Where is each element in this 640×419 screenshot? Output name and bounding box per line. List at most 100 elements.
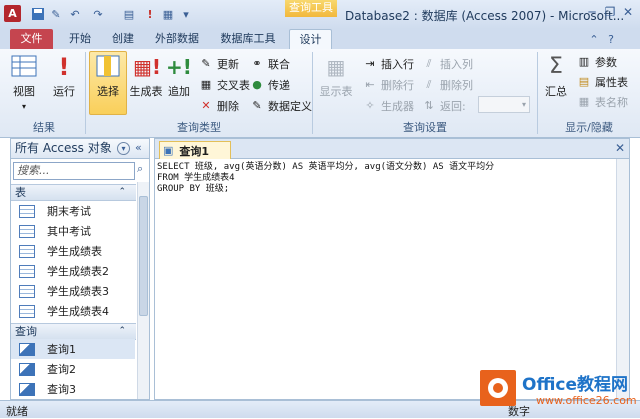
minimize-button[interactable]: ─ — [584, 5, 600, 20]
view-label: 视图 — [13, 85, 35, 98]
union-icon: ⚭ — [252, 56, 262, 70]
select-label: 选择 — [97, 85, 119, 98]
delete-columns-icon: ⫽ — [426, 77, 432, 91]
table-names-button[interactable]: ▦ 表名称 — [576, 93, 628, 110]
update-button[interactable]: ✎ 更新 — [198, 55, 239, 72]
crosstab-button[interactable]: ▦ 交叉表 — [198, 76, 250, 93]
delete-x-icon: ✕ — [201, 98, 211, 112]
parameters-button[interactable]: ▥ 参数 — [576, 53, 617, 70]
delete-query-button[interactable]: ✕ 删除 — [198, 97, 239, 114]
nav-item-query[interactable]: 查询1 — [11, 339, 135, 359]
nav-item-table[interactable]: 期末考试 — [11, 201, 135, 221]
query-document: ▣ 查询1 ✕ SELECT 班级, avg(英语分数) AS 英语平均分, av… — [154, 138, 630, 400]
show-table-icon: ▦ — [326, 55, 346, 79]
watermark-logo: Office教程网 www.office26.com — [470, 362, 640, 418]
status-text: 就绪 — [6, 405, 28, 418]
union-button[interactable]: ⚭ 联合 — [249, 55, 290, 72]
tab-create[interactable]: 创建 — [103, 29, 143, 49]
make-table-icon: ▦! — [133, 55, 162, 79]
show-hide-group-label: 显示/隐藏 — [565, 121, 613, 134]
passthrough-button[interactable]: ● 传递 — [249, 76, 290, 93]
tab-database-tools[interactable]: 数据库工具 — [213, 29, 283, 49]
nav-item-label: 查询1 — [47, 343, 76, 356]
save-icon[interactable] — [30, 6, 46, 22]
delete-rows-icon: ⇤ — [365, 77, 375, 91]
tables-category-label: 表 — [15, 186, 26, 199]
collapse-ribbon-icon[interactable]: ⌃ — [586, 31, 602, 47]
show-table-button[interactable]: ▦ 显示表 — [316, 52, 356, 116]
nav-item-query[interactable]: 查询3 — [11, 379, 135, 399]
run-icon[interactable]: ! — [142, 6, 158, 22]
category-tables-header[interactable]: 表 ⌃ — [11, 184, 136, 201]
nav-item-label: 学生成绩表 — [47, 245, 102, 258]
close-button[interactable]: ✕ — [620, 5, 636, 20]
append-button[interactable]: +! 追加 — [164, 52, 194, 116]
insert-rows-button[interactable]: ⇥ 插入行 — [362, 55, 414, 72]
shutter-close-icon[interactable]: « — [135, 141, 147, 156]
nav-item-table[interactable]: 其中考试 — [11, 221, 135, 241]
nav-item-table[interactable]: 学生成绩表 — [11, 241, 135, 261]
builder-label: 生成器 — [381, 99, 414, 113]
select-query-button[interactable]: 选择 — [89, 51, 127, 115]
undo-icon[interactable]: ↶ — [67, 6, 83, 22]
append-icon: +! — [166, 55, 192, 79]
return-dropdown[interactable]: ▾ — [478, 96, 530, 113]
insert-columns-icon: ⫽ — [426, 56, 432, 70]
queries-category-label: 查询 — [15, 325, 37, 338]
restore-button[interactable]: ❐ — [602, 5, 618, 20]
tab-home[interactable]: 开始 — [60, 29, 100, 49]
nav-item-label: 学生成绩表3 — [47, 285, 109, 298]
query-type-group-label: 查询类型 — [177, 121, 221, 134]
nav-item-label: 查询2 — [47, 363, 76, 376]
make-table-button[interactable]: ▦! 生成表 — [128, 52, 164, 116]
nav-scrollbar[interactable] — [137, 182, 149, 399]
table-icon — [19, 264, 35, 278]
delete-columns-button[interactable]: ⫽ 删除列 — [421, 76, 473, 93]
customize-dropdown-icon[interactable]: ▾ — [178, 6, 194, 22]
pencil-icon: ✎ — [201, 56, 211, 70]
view-icon[interactable]: ▤ — [121, 6, 137, 22]
totals-button[interactable]: Σ 汇总 — [541, 52, 571, 116]
crosstab-icon: ▦ — [200, 77, 212, 91]
view-button[interactable]: 视图 ▾ — [6, 52, 42, 116]
nav-item-table[interactable]: 学生成绩表4 — [11, 301, 135, 321]
search-icon[interactable]: ⌕ — [137, 162, 149, 180]
nav-item-query[interactable]: 查询2 — [11, 359, 135, 379]
nav-scroll-thumb[interactable] — [139, 196, 148, 316]
access-app-icon[interactable]: A — [4, 5, 21, 22]
document-tab-label: 查询1 — [179, 144, 210, 158]
data-definition-label: 数据定义 — [268, 99, 312, 113]
delete-rows-button[interactable]: ⇤ 删除行 — [362, 76, 414, 93]
category-queries-header[interactable]: 查询 ⌃ — [11, 323, 136, 340]
close-document-icon[interactable]: ✕ — [613, 141, 627, 157]
insert-rows-icon: ⇥ — [365, 56, 375, 70]
query-tools-context-label: 查询工具 — [285, 0, 337, 17]
make-table-label: 生成表 — [129, 85, 163, 98]
run-button[interactable]: ! 运行 — [46, 52, 82, 116]
table-icon — [19, 284, 35, 298]
builder-button[interactable]: ✧ 生成器 — [362, 97, 414, 114]
help-icon[interactable]: ? — [603, 31, 619, 47]
tab-file[interactable]: 文件 — [10, 29, 53, 49]
insert-columns-button[interactable]: ⫽ 插入列 — [421, 55, 473, 72]
nav-item-table[interactable]: 学生成绩表3 — [11, 281, 135, 301]
redo-icon[interactable]: ↷ — [90, 6, 106, 22]
nav-item-table[interactable]: 学生成绩表2 — [11, 261, 135, 281]
window-title: Database2 : 数据库 (Access 2007) - Microsof… — [345, 9, 625, 23]
passthrough-label: 传递 — [268, 78, 290, 92]
tab-design[interactable]: 设计 — [289, 29, 332, 49]
edit-icon[interactable]: ✎ — [48, 6, 64, 22]
grid-icon[interactable]: ▦ — [160, 6, 176, 22]
data-definition-button[interactable]: ✎ 数据定义 — [249, 97, 312, 114]
run-label: 运行 — [53, 85, 75, 98]
nav-search-input[interactable]: 搜索... — [13, 162, 135, 180]
ribbon: 视图 ▾ ! 运行 结果 选择 ▦! 生成表 +! 追加 ✎ 更新 ▦ 交叉表 ✕ 删除… — [0, 49, 640, 138]
document-tab-query1[interactable]: ▣ 查询1 — [159, 141, 231, 159]
sql-editor[interactable]: SELECT 班级, avg(英语分数) AS 英语平均分, avg(语文分数)… — [157, 162, 613, 195]
totals-label: 汇总 — [545, 85, 567, 98]
tab-external-data[interactable]: 外部数据 — [149, 29, 205, 49]
parameters-label: 参数 — [595, 55, 617, 69]
nav-menu-chevron-icon[interactable]: ▾ — [117, 142, 130, 155]
property-sheet-button[interactable]: ▤ 属性表 — [576, 73, 628, 90]
watermark-brand: Office教程网 — [522, 375, 629, 395]
